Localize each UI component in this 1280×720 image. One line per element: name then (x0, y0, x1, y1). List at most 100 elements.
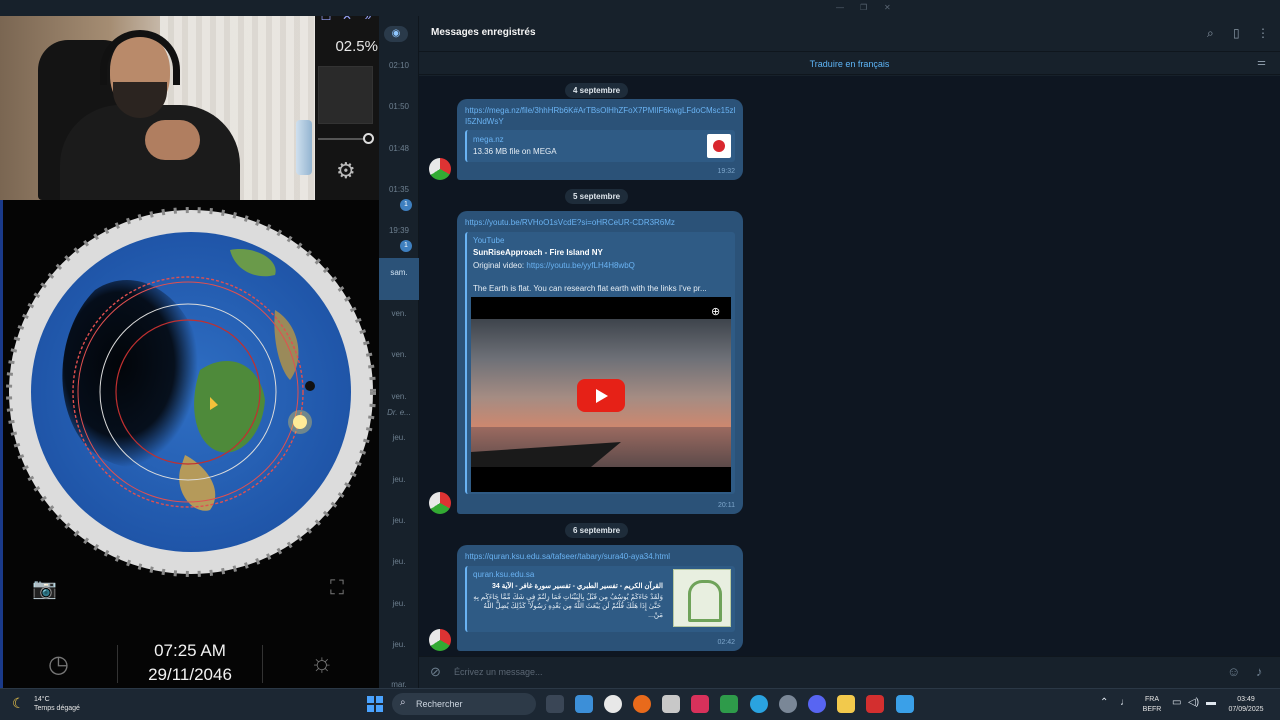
divider (117, 645, 118, 683)
title-bar: — ❐ ✕ (0, 0, 901, 16)
unread-badge: 1 (400, 199, 412, 211)
window-edge (0, 200, 3, 688)
start-button[interactable] (367, 696, 383, 712)
clock-icon[interactable]: ◷ (48, 650, 69, 679)
clock-time: 03:49 (1237, 696, 1255, 703)
strip-slider-knob[interactable] (363, 133, 374, 144)
alien-app-icon[interactable] (604, 695, 622, 713)
chat-list-time[interactable]: 01:48 (379, 144, 419, 153)
camera-icon[interactable]: 📷 (32, 576, 57, 601)
mic-tray-icon[interactable]: ♩ (1120, 697, 1130, 708)
video-thumbnail[interactable]: ⊕ (471, 297, 731, 492)
settings-slider-icon[interactable]: ⚌ (1257, 57, 1266, 68)
network-icon[interactable]: ▭ (1172, 697, 1181, 708)
chat-list-time[interactable]: jeu. (379, 640, 419, 649)
map-date[interactable]: 29/11/2046 (120, 665, 260, 685)
percent-readout: 02.5% (335, 38, 378, 55)
chat-list-time[interactable]: 01:50 (379, 102, 419, 111)
message-link[interactable]: https://quran.ksu.edu.sa/tafseer/tabary/… (465, 551, 737, 562)
message-input[interactable]: Écrivez un message... (454, 667, 543, 677)
screenshot-icon[interactable]: ⛶ (330, 577, 344, 600)
photos-app-icon[interactable] (575, 695, 593, 713)
translate-link[interactable]: Traduire en français (419, 59, 1280, 69)
gear-icon[interactable]: ⚙ (336, 158, 356, 184)
weather-widget[interactable]: 14°C Temps dégagé (34, 695, 80, 713)
avatar[interactable] (429, 158, 451, 180)
taskbar-clock[interactable]: 03:49 07/09/2025 (1220, 695, 1272, 715)
chat-list-time[interactable]: jeu. (379, 599, 419, 608)
moon-marker (305, 381, 315, 391)
zoom-icon[interactable]: ⊕ (711, 305, 720, 318)
emoji-icon[interactable]: ☺ (1227, 664, 1240, 679)
strip-panel (318, 66, 373, 124)
microphone-icon[interactable]: ♪ (1256, 664, 1263, 679)
firefox-icon[interactable] (633, 695, 651, 713)
divider (262, 645, 263, 683)
preview-original: Original video: https://youtu.be/yyfLH4H… (473, 260, 635, 271)
message-link[interactable]: https://mega.nz/file/3hhHRb6K#ArTBsOlHhZ… (465, 105, 737, 127)
task-view-icon[interactable] (546, 695, 564, 713)
taskbar-search[interactable]: ⌕ Rechercher (392, 693, 536, 715)
search-icon: ⌕ (400, 697, 406, 708)
more-icon[interactable]: ⋮ (1257, 26, 1269, 40)
chat-list-item-active[interactable] (379, 258, 419, 300)
map-time[interactable]: 07:25 AM (120, 641, 260, 661)
chat-list-time[interactable]: ven. (379, 392, 419, 401)
file-explorer-icon[interactable] (837, 695, 855, 713)
chat-list-time[interactable]: jeu. (379, 557, 419, 566)
editor-app-icon[interactable] (662, 695, 680, 713)
chat-list-time[interactable]: 02:10 (379, 61, 419, 70)
tiktok-icon[interactable] (691, 695, 709, 713)
avatar[interactable] (429, 492, 451, 514)
chat-list-time[interactable]: 01:35 (379, 185, 419, 194)
weather-desc: Temps dégagé (34, 705, 80, 712)
chat-list-time[interactable]: 19:39 (379, 226, 419, 235)
preview-site: quran.ksu.edu.sa (473, 570, 535, 579)
chat-list-preview[interactable]: Dr. e... (379, 408, 419, 417)
lang-code: FRA (1145, 696, 1159, 703)
volume-icon[interactable]: ◁) (1188, 697, 1199, 708)
message-bubble[interactable]: https://mega.nz/file/3hhHRb6K#ArTBsOlHhZ… (457, 99, 743, 180)
date-separator: 6 septembre (565, 523, 629, 538)
link-preview[interactable]: mega.nz 13.36 MB file on MEGA (465, 130, 735, 162)
message-link[interactable]: https://youtu.be/RVHoO1sVcdE?si=oHRCeUR-… (465, 217, 737, 228)
sunset-sky (471, 319, 731, 431)
preview-title: 13.36 MB file on MEGA (473, 147, 557, 156)
preview-image (673, 569, 731, 627)
maps-app-icon[interactable] (720, 695, 738, 713)
settings-app-icon[interactable] (779, 695, 797, 713)
strip-slider-track[interactable] (318, 138, 368, 140)
date-separator: 4 septembre (565, 83, 629, 98)
chat-title[interactable]: Messages enregistrés (431, 27, 536, 38)
sidebar-toggle-icon[interactable]: ▯ (1233, 26, 1240, 40)
minimize-icon[interactable]: — (836, 3, 844, 12)
store-app-icon[interactable] (896, 695, 914, 713)
translate-bar[interactable]: Traduire en français ⚌ (419, 53, 1280, 75)
chat-list-time[interactable]: ven. (379, 309, 419, 318)
play-icon (596, 389, 608, 403)
restore-icon[interactable]: ❐ (860, 3, 867, 12)
telegram-logo-icon[interactable]: ◉ (384, 26, 408, 42)
preview-description: The Earth is flat. You can research flat… (473, 284, 707, 293)
chat-list-time[interactable]: jeu. (379, 475, 419, 484)
person-hands (145, 120, 200, 160)
chat-list-time[interactable]: ven. (379, 350, 419, 359)
avatar[interactable] (429, 629, 451, 651)
chat-list-time[interactable]: jeu. (379, 516, 419, 525)
weather-icon[interactable]: ☾ (12, 695, 25, 712)
search-icon[interactable]: ⌕ (1207, 26, 1214, 41)
sun-toggle-icon[interactable]: ☼ (310, 647, 334, 678)
language-indicator[interactable]: FRA BEFR (1136, 695, 1168, 715)
telegram-app-icon[interactable] (750, 695, 768, 713)
attach-icon[interactable]: ⊘ (430, 664, 441, 680)
chevron-up-icon[interactable]: ⌃ (1100, 697, 1108, 708)
preview-title: القرآن الكريم - تفسير الطبري - تفسير سور… (491, 583, 663, 590)
play-button[interactable] (577, 379, 625, 412)
discord-icon[interactable] (808, 695, 826, 713)
original-link[interactable]: https://youtu.be/yyfLH4H8wbQ (526, 261, 635, 270)
acrobat-icon[interactable] (866, 695, 884, 713)
chat-list-time[interactable]: jeu. (379, 433, 419, 442)
chat-list-time[interactable]: sam. (379, 268, 419, 277)
window-close-icon[interactable]: ✕ (884, 3, 891, 12)
battery-icon[interactable]: ▬ (1206, 697, 1216, 708)
